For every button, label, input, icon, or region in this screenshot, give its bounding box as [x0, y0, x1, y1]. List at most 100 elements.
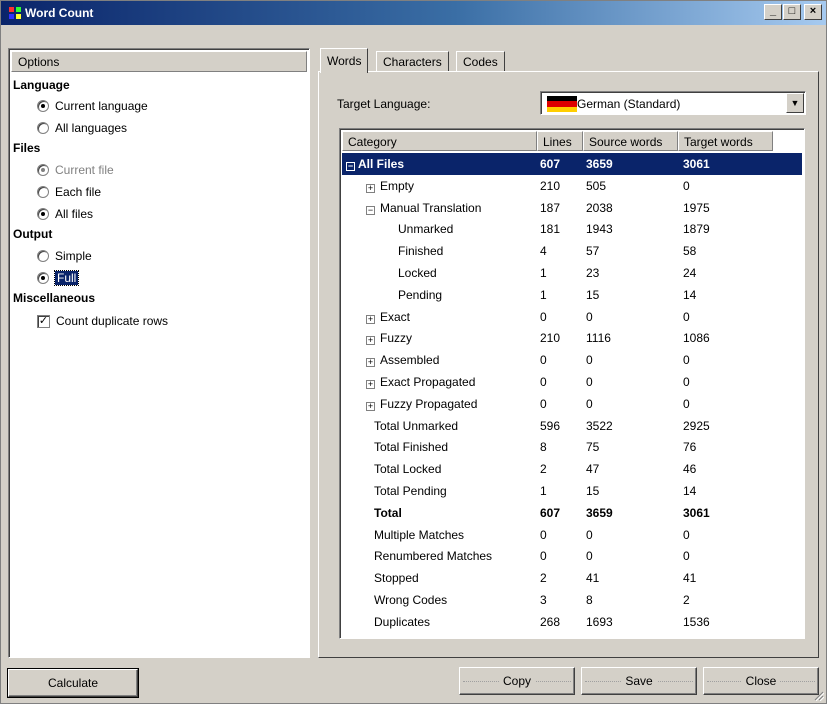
- cell-lines: 0: [540, 549, 547, 564]
- tab-codes[interactable]: Codes: [456, 51, 505, 73]
- expand-icon[interactable]: +: [366, 358, 375, 368]
- radio-button[interactable]: [37, 272, 49, 284]
- calculate-button[interactable]: Calculate: [7, 668, 139, 698]
- radio-each-file[interactable]: Each file: [37, 185, 101, 199]
- table-row[interactable]: Unmarked 181 1943 1879: [342, 218, 802, 240]
- cell-source-words: 23: [586, 266, 600, 280]
- options-header: Options: [11, 51, 307, 72]
- cell-source-words: 2038: [586, 200, 613, 215]
- radio-button[interactable]: [37, 186, 49, 198]
- radio-button[interactable]: [37, 250, 49, 262]
- table-row[interactable]: Duplicates 268 1693 1536: [342, 611, 802, 633]
- category-label: Stopped: [374, 571, 419, 586]
- table-row[interactable]: Total Locked 2 47 46: [342, 458, 802, 480]
- radio-button[interactable]: [37, 100, 49, 112]
- target-language-select[interactable]: German (Standard) ▼: [540, 91, 806, 115]
- cell-target-words: 46: [683, 462, 697, 477]
- cell-lines: 1: [540, 266, 547, 280]
- collapse-icon[interactable]: −: [366, 205, 375, 215]
- tab-words[interactable]: Words: [320, 48, 369, 73]
- checkbox[interactable]: ✓: [37, 314, 50, 328]
- category-label: Wrong Codes: [374, 593, 448, 607]
- cell-category: Total Locked: [342, 462, 540, 476]
- cell-category: Duplicates: [342, 615, 540, 629]
- radio-all-files[interactable]: All files: [37, 207, 93, 221]
- cell-source-words: 1943: [586, 222, 613, 237]
- cell-lines: 0: [540, 353, 547, 368]
- cell-lines: 0: [540, 527, 547, 542]
- radio-label: Full: [53, 270, 80, 286]
- table-row[interactable]: Stopped 2 41 41: [342, 567, 802, 589]
- expand-icon[interactable]: +: [366, 183, 375, 193]
- table-row[interactable]: + Empty 210 505 0: [342, 175, 802, 197]
- cell-target-words: 0: [683, 309, 690, 324]
- cell-source-words: 15: [586, 484, 600, 498]
- table-row[interactable]: Total Finished 8 75 76: [342, 436, 802, 458]
- expand-icon[interactable]: +: [366, 336, 375, 346]
- table-row[interactable]: Multiple Matches 0 0 0: [342, 524, 802, 546]
- close-button[interactable]: Close: [703, 667, 819, 695]
- target-language-label: Target Language:: [337, 97, 431, 111]
- tab-characters[interactable]: Characters: [376, 51, 449, 73]
- word-count-table[interactable]: Category Lines Source words Target words…: [339, 128, 805, 639]
- expand-icon[interactable]: +: [366, 380, 375, 389]
- table-row[interactable]: + Fuzzy Propagated 0 0 0: [342, 393, 802, 415]
- language-group-title: Language: [13, 78, 70, 92]
- radio-full[interactable]: Full: [37, 270, 80, 286]
- column-header-target-words[interactable]: Target words: [678, 131, 773, 151]
- cell-category: Multiple Matches: [342, 528, 540, 542]
- column-header-category[interactable]: Category: [342, 131, 537, 151]
- expand-icon[interactable]: +: [366, 401, 375, 411]
- files-group-title: Files: [13, 141, 41, 155]
- cell-target-words: 58: [683, 244, 697, 259]
- checkbox-count-duplicate-rows[interactable]: ✓ Count duplicate rows: [37, 314, 168, 328]
- radio-button[interactable]: [37, 122, 49, 134]
- table-row[interactable]: Wrong Codes 3 8 2: [342, 589, 802, 611]
- radio-label: Current language: [55, 99, 148, 113]
- table-row[interactable]: − Manual Translation 187 2038 1975: [342, 197, 802, 219]
- table-row[interactable]: Renumbered Matches 0 0 0: [342, 545, 802, 567]
- cell-target-words: 1879: [683, 222, 710, 237]
- word-count-window: Word Count _ □ × Options Language Curren…: [0, 0, 827, 704]
- title-bar[interactable]: Word Count _ □ ×: [1, 1, 826, 25]
- table-row[interactable]: Pending 1 15 14: [342, 284, 802, 306]
- cell-target-words: 76: [683, 440, 697, 455]
- radio-button[interactable]: [37, 208, 49, 220]
- radio-simple[interactable]: Simple: [37, 249, 92, 263]
- cell-source-words: 0: [586, 309, 593, 324]
- radio-all-languages[interactable]: All languages: [37, 121, 127, 135]
- table-row[interactable]: Total 607 3659 3061: [342, 502, 802, 524]
- cell-lines: 210: [540, 178, 561, 193]
- radio-current-language[interactable]: Current language: [37, 99, 148, 113]
- table-row[interactable]: + Fuzzy 210 1116 1086: [342, 327, 802, 349]
- cell-target-words: 24: [683, 266, 697, 280]
- cell-category: Wrong Codes: [342, 593, 540, 607]
- expand-icon[interactable]: +: [366, 314, 375, 324]
- column-header-source-words[interactable]: Source words: [583, 131, 678, 151]
- save-button[interactable]: Save: [581, 667, 697, 695]
- collapse-icon[interactable]: −: [346, 162, 355, 171]
- column-header-lines[interactable]: Lines: [537, 131, 583, 151]
- table-row[interactable]: − All Files 607 3659 3061: [342, 153, 802, 175]
- cell-source-words: 3659: [586, 505, 613, 520]
- minimize-button[interactable]: _: [764, 4, 782, 20]
- dropdown-arrow-icon[interactable]: ▼: [786, 93, 804, 113]
- cell-source-words: 505: [586, 178, 607, 193]
- table-row[interactable]: Total Pending 1 15 14: [342, 480, 802, 502]
- table-row[interactable]: + Assembled 0 0 0: [342, 349, 802, 371]
- cell-lines: 2: [540, 462, 547, 477]
- table-row[interactable]: + Exact 0 0 0: [342, 306, 802, 328]
- close-window-button[interactable]: ×: [804, 4, 822, 20]
- category-label: Exact: [380, 309, 411, 324]
- table-row[interactable]: Total Unmarked 596 3522 2925: [342, 415, 802, 437]
- checkbox-label: Count duplicate rows: [56, 314, 169, 328]
- resize-grip-icon[interactable]: [812, 689, 824, 701]
- table-row[interactable]: Finished 4 57 58: [342, 240, 802, 262]
- misc-group-title: Miscellaneous: [13, 291, 96, 305]
- table-row[interactable]: Locked 1 23 24: [342, 262, 802, 284]
- maximize-button[interactable]: □: [783, 4, 801, 20]
- radio-label: All files: [55, 207, 94, 221]
- copy-button[interactable]: Copy: [459, 667, 575, 695]
- cell-category: Unmarked: [342, 222, 540, 236]
- table-row[interactable]: + Exact Propagated 0 0 0: [342, 371, 802, 393]
